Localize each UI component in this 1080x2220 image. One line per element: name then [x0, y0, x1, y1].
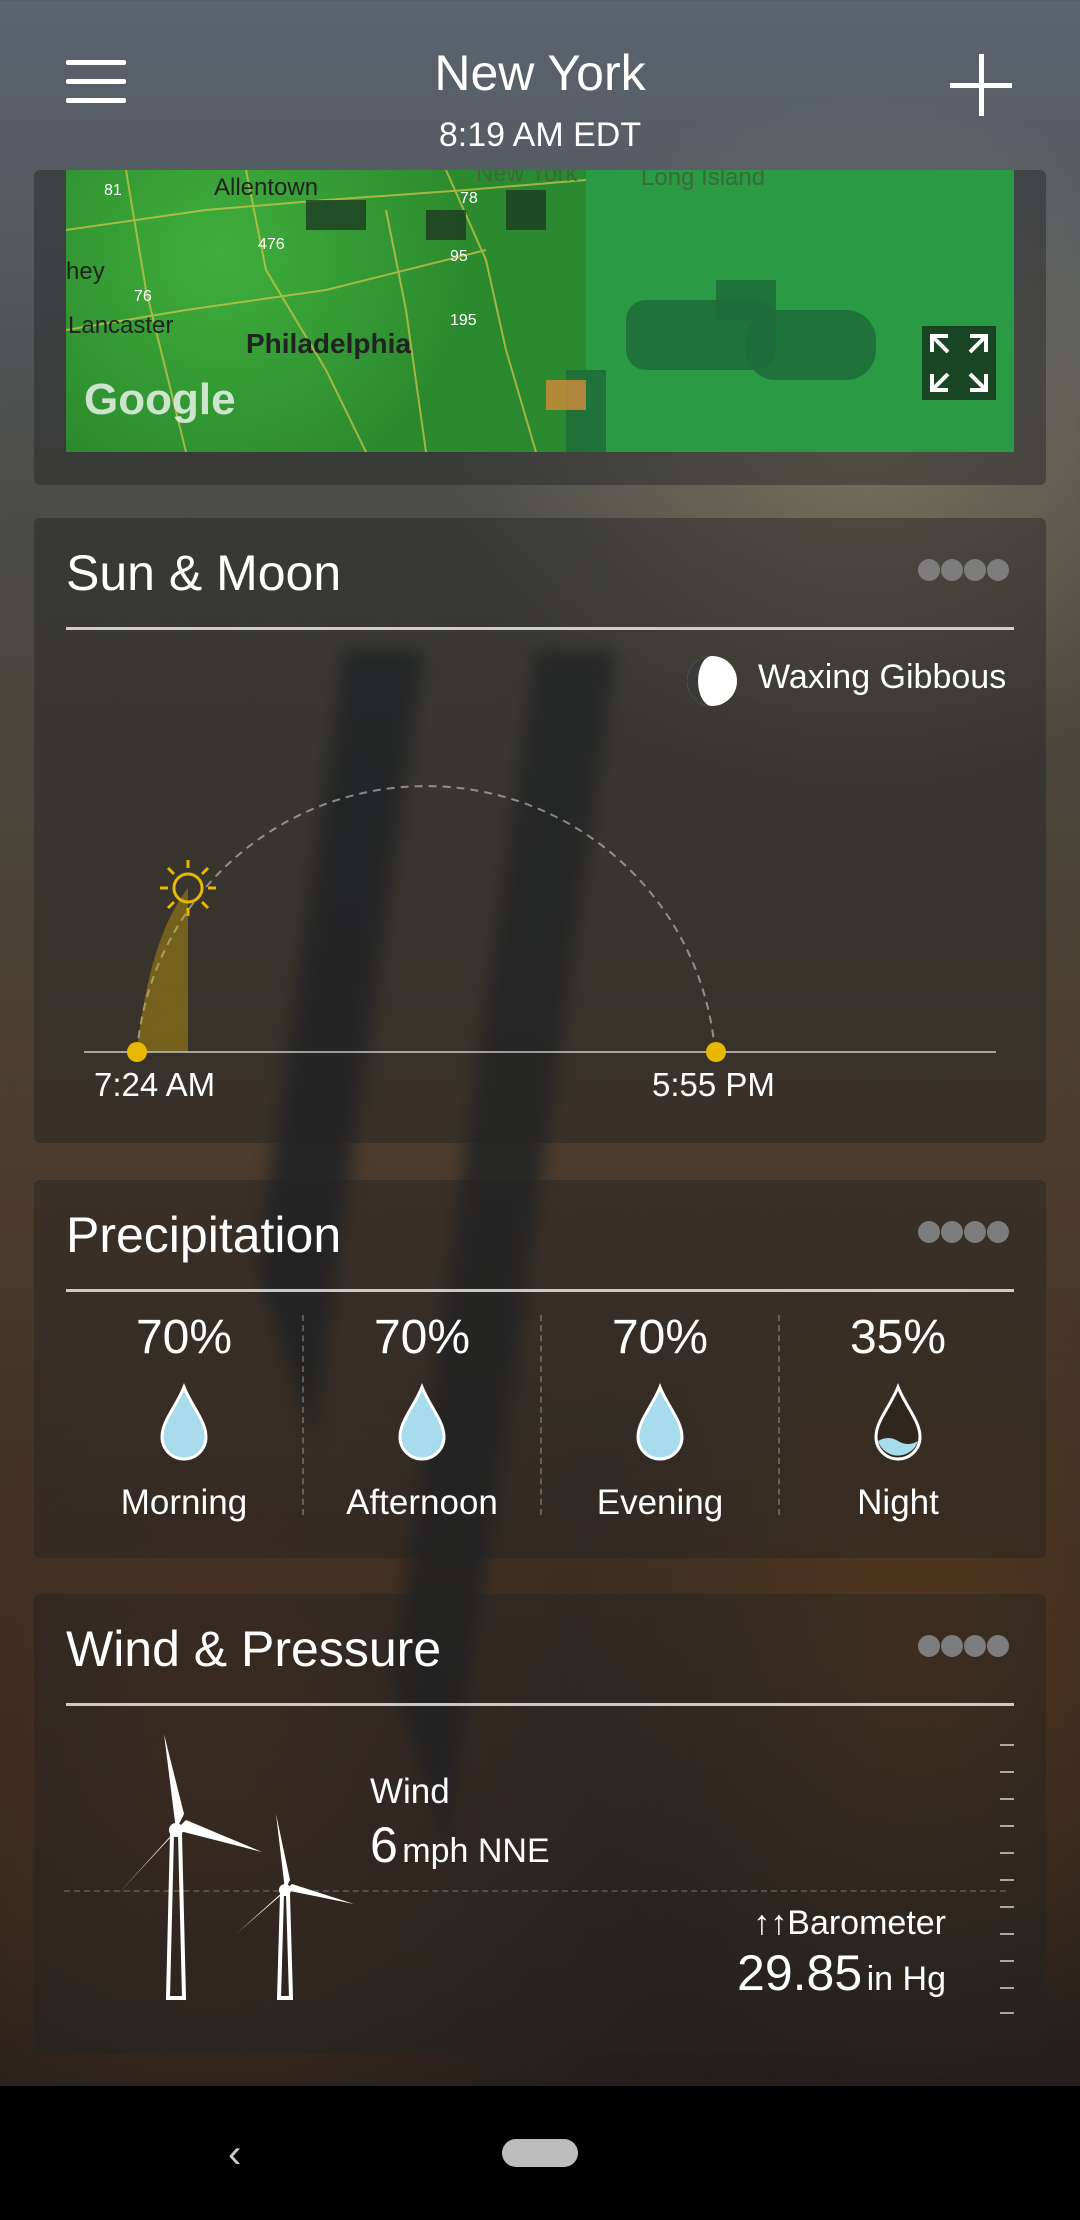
map-label: hey	[66, 258, 105, 285]
precip-percent: 70%	[611, 1311, 709, 1364]
map-label: Long Island	[641, 170, 766, 191]
precip-period: 70% Evening	[542, 1310, 778, 1523]
precip-percent: 35%	[849, 1311, 947, 1364]
system-navigation-bar: ‹	[0, 2086, 1080, 2220]
route-shield: 81	[104, 182, 122, 199]
precip-label: Evening	[596, 1483, 724, 1522]
precip-period: 35% Night	[780, 1310, 1016, 1523]
sun-moon-card: Sun & Moon Waxing Gibbous 7:24 AM 5:55 P…	[34, 518, 1046, 1143]
barometer-value: 29.85 in Hg	[737, 1944, 946, 2002]
precip-label: Night	[857, 1483, 939, 1522]
raindrop-icon	[398, 1383, 446, 1461]
precip-label: Afternoon	[346, 1483, 498, 1522]
precip-period: 70% Morning	[66, 1310, 302, 1523]
sun-path-arc	[136, 785, 716, 1053]
add-location-plus-icon[interactable]	[950, 54, 1012, 116]
radar-echo	[546, 380, 586, 410]
radar-map[interactable]: Allentown Philadelphia Lancaster hey Lon…	[66, 170, 1014, 452]
card-title: Wind & Pressure	[66, 1621, 442, 1677]
precip-percent: 70%	[373, 1311, 471, 1364]
precip-period: 70% Afternoon	[304, 1310, 540, 1523]
more-dots-icon[interactable]	[918, 1214, 1010, 1250]
map-label: New York	[476, 170, 578, 187]
precip-label: Morning	[120, 1483, 248, 1522]
google-logo: Google	[84, 375, 236, 424]
route-shield: 76	[134, 288, 152, 305]
barometer-reading: 29.85	[737, 1945, 863, 2001]
wind-unit: mph NNE	[402, 1832, 550, 1870]
route-shield: 78	[460, 190, 478, 207]
card-divider	[66, 1703, 1014, 1706]
sunrise-dot	[127, 1042, 147, 1062]
app-header: New York 8:19 AM EDT	[0, 0, 1080, 170]
pressure-scale	[1000, 1744, 1014, 2014]
card-title: Precipitation	[66, 1207, 342, 1263]
city-name: New York	[434, 45, 646, 101]
precip-percent: 70%	[135, 1311, 233, 1364]
sunset-dot	[706, 1042, 726, 1062]
radar-echo	[746, 310, 876, 380]
map-label: Lancaster	[68, 312, 174, 339]
daylight-elapsed-area	[137, 888, 188, 1052]
expand-icon[interactable]	[922, 326, 996, 400]
sunset-time: 5:55 PM	[652, 1066, 775, 1103]
wind-value: 6 mph NNE	[370, 1816, 550, 1874]
route-shield: 95	[450, 248, 468, 265]
pressure-reference-line	[64, 1890, 1006, 1892]
wind-pressure-card: Wind & Pressure Wind 6 mph NNE ↑↑Baromet…	[34, 1594, 1046, 2054]
route-shield: 195	[450, 312, 477, 329]
map-label: Allentown	[214, 174, 319, 201]
home-pill-button[interactable]	[502, 2139, 578, 2167]
wind-label: Wind	[370, 1772, 450, 1811]
wind-turbine-icon	[118, 1734, 354, 2000]
map-label: Philadelphia	[246, 328, 411, 359]
sunrise-time: 7:24 AM	[94, 1066, 216, 1103]
card-divider	[66, 1289, 1014, 1292]
barometer-unit: in Hg	[866, 1960, 946, 1998]
precipitation-card: Precipitation 70% Morning 70% Afternoon …	[34, 1180, 1046, 1558]
local-time: 8:19 AM EDT	[438, 116, 642, 154]
wind-speed: 6	[370, 1817, 398, 1873]
raindrop-icon	[636, 1383, 684, 1461]
barometer-label: ↑↑Barometer	[753, 1904, 946, 1942]
raindrop-icon-partial	[874, 1383, 922, 1461]
route-shield: 476	[258, 236, 285, 253]
back-chevron-icon[interactable]: ‹	[228, 2134, 258, 2174]
radar-map-card: Allentown Philadelphia Lancaster hey Lon…	[34, 170, 1046, 485]
raindrop-icon	[160, 1383, 208, 1461]
more-dots-icon[interactable]	[918, 1628, 1010, 1664]
sun-arc-chart	[84, 785, 996, 1062]
